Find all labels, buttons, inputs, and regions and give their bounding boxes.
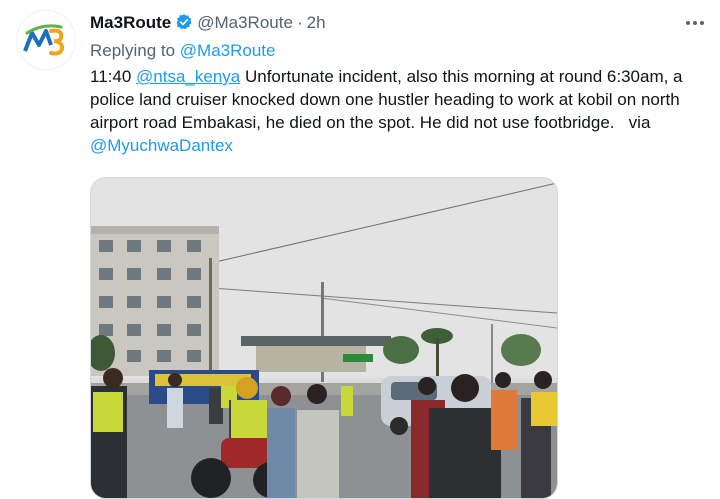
- tweet-time-label: 11:40: [90, 67, 132, 86]
- tweet-photo[interactable]: [90, 177, 558, 499]
- separator-dot: ·: [296, 13, 303, 32]
- accident-scene-image: [91, 178, 557, 498]
- via-handle-link[interactable]: @MyuchwaDantex: [90, 136, 233, 155]
- via-label: via: [628, 113, 651, 132]
- replying-prefix: Replying to: [90, 41, 176, 60]
- verified-badge-icon: [175, 13, 193, 37]
- avatar[interactable]: [16, 10, 76, 70]
- reply-target-link[interactable]: @Ma3Route: [180, 41, 276, 60]
- replying-to: Replying to @Ma3Route: [90, 40, 276, 62]
- author-handle[interactable]: @Ma3Route: [197, 13, 293, 32]
- ma3route-logo-icon: [17, 11, 75, 69]
- tweet-header: Ma3Route @Ma3Route · 2h: [90, 12, 326, 37]
- author-name[interactable]: Ma3Route: [90, 13, 171, 32]
- tweet-time[interactable]: 2h: [307, 13, 326, 32]
- tweet-text: 11:40 @ntsa_kenya Unfortunate incident, …: [90, 65, 700, 157]
- mention-link[interactable]: @ntsa_kenya: [136, 67, 240, 86]
- more-options-icon[interactable]: [684, 14, 706, 32]
